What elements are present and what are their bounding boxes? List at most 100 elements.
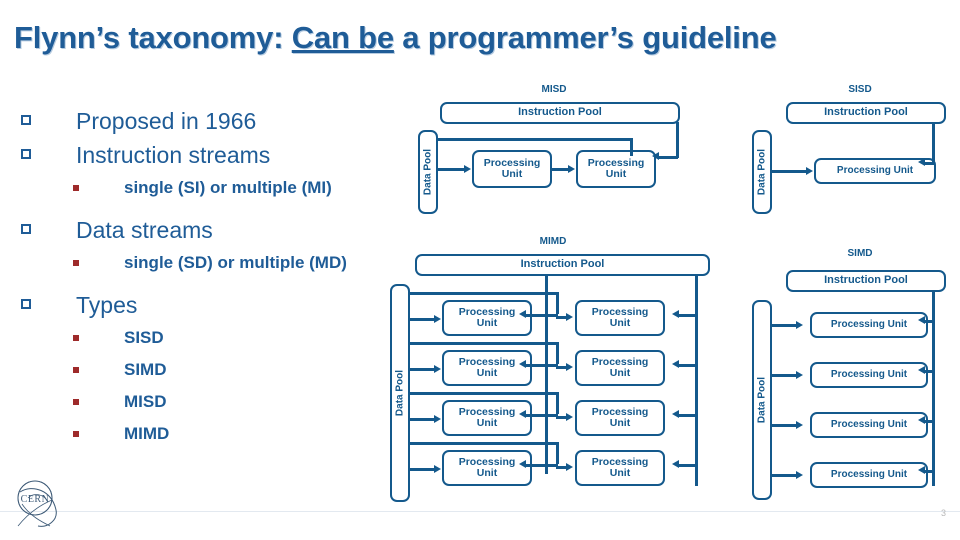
diagram-mimd: MIMD Instruction Pool Data Pool Processi…	[390, 236, 716, 504]
mimd-instruction-pool: Instruction Pool	[415, 254, 710, 276]
mimd-arrow-left	[672, 360, 679, 368]
page-number: 3	[940, 508, 946, 518]
mimd-connector	[556, 342, 559, 364]
simd-processing-unit-2: Processing Unit	[810, 362, 928, 388]
mimd-connector	[408, 342, 558, 345]
title-prefix: Flynn’s taxonomy:	[14, 20, 292, 55]
bullet-item-proposed: Proposed in 1966	[16, 104, 376, 138]
mimd-arrow-left	[672, 410, 679, 418]
mimd-arrow-right	[434, 415, 441, 423]
misd-data-pool: Data Pool	[418, 130, 438, 214]
simd-arrow-left	[918, 316, 925, 324]
misd-arrow-right	[568, 165, 575, 173]
misd-connector	[630, 138, 633, 156]
simd-data-pool: Data Pool	[752, 300, 772, 500]
small-square-bullet-icon	[73, 399, 79, 405]
mimd-connector	[408, 468, 436, 471]
simd-data-pool-label: Data Pool	[756, 376, 768, 424]
mimd-arrow-right	[434, 315, 441, 323]
mimd-processing-unit-4: Processing Unit	[575, 350, 665, 386]
mimd-processing-unit-7: Processing Unit	[442, 450, 532, 486]
simd-arrow-right	[796, 321, 803, 329]
bullet-label: Proposed in 1966	[76, 108, 257, 134]
bullet-label: Data streams	[76, 217, 213, 243]
diagram-misd-label: MISD	[541, 84, 567, 95]
small-square-bullet-icon	[73, 431, 79, 437]
title-underlined-phrase: Can be	[291, 20, 394, 55]
mimd-processing-unit-1: Processing Unit	[442, 300, 532, 336]
sub-bullet-label: single (SI) or multiple (MI)	[124, 178, 332, 197]
mimd-processing-unit-8: Processing Unit	[575, 450, 665, 486]
mimd-arrow-right	[566, 363, 573, 371]
mimd-connector	[695, 274, 698, 486]
misd-connector	[436, 168, 466, 171]
sisd-arrow-left	[918, 158, 925, 166]
square-bullet-icon	[21, 115, 31, 125]
mimd-processing-unit-2: Processing Unit	[575, 300, 665, 336]
diagram-simd: SIMD Instruction Pool Data Pool Processi…	[752, 248, 950, 504]
diagram-misd: MISD Instruction Pool Data Pool Processi…	[418, 84, 686, 216]
mimd-processing-unit-6: Processing Unit	[575, 400, 665, 436]
simd-arrow-left	[918, 366, 925, 374]
simd-connector	[924, 470, 934, 473]
square-bullet-icon	[21, 224, 31, 234]
mimd-arrow-right	[566, 463, 573, 471]
mimd-connector	[678, 314, 698, 317]
mimd-connector	[408, 292, 558, 295]
mimd-connector	[525, 314, 558, 317]
sub-bullet-mimd: MIMD	[16, 418, 376, 450]
sub-bullet-si-mi: single (SI) or multiple (MI)	[16, 172, 376, 204]
misd-arrow-left	[652, 152, 659, 160]
sisd-connector	[932, 122, 935, 164]
bullet-label: Types	[76, 292, 138, 318]
diagram-sisd-label: SISD	[848, 84, 872, 95]
misd-connector	[658, 156, 678, 159]
simd-arrow-left	[918, 416, 925, 424]
simd-processing-unit-4: Processing Unit	[810, 462, 928, 488]
bullet-item-instruction-streams: Instruction streams	[16, 138, 376, 172]
cern-logo-text: CERN	[21, 494, 50, 505]
sub-bullet-misd: MISD	[16, 386, 376, 418]
sub-bullet-label: MIMD	[124, 424, 170, 443]
diagram-mimd-label: MIMD	[539, 236, 567, 247]
mimd-connector	[556, 392, 559, 414]
mimd-arrow-right	[434, 465, 441, 473]
mimd-arrow-left	[519, 410, 526, 418]
cern-logo: CERN	[8, 476, 70, 534]
mimd-connector	[408, 318, 436, 321]
mimd-connector	[525, 364, 558, 367]
mimd-connector	[525, 464, 558, 467]
sub-bullet-simd: SIMD	[16, 354, 376, 386]
mimd-processing-unit-3: Processing Unit	[442, 350, 532, 386]
simd-arrow-right	[796, 471, 803, 479]
simd-processing-unit-1: Processing Unit	[810, 312, 928, 338]
square-bullet-icon	[21, 299, 31, 309]
small-square-bullet-icon	[73, 185, 79, 191]
misd-instruction-pool: Instruction Pool	[440, 102, 680, 124]
misd-connector	[436, 138, 632, 141]
simd-arrow-right	[796, 371, 803, 379]
simd-arrow-right	[796, 421, 803, 429]
misd-processing-unit-2: Processing Unit	[576, 150, 656, 188]
misd-processing-unit-1: Processing Unit	[472, 150, 552, 188]
mimd-arrow-right	[434, 365, 441, 373]
mimd-connector	[556, 442, 559, 464]
bullet-item-data-streams: Data streams	[16, 213, 376, 247]
simd-processing-unit-3: Processing Unit	[810, 412, 928, 438]
mimd-arrow-left	[519, 460, 526, 468]
bullet-list: Proposed in 1966 Instruction streams sin…	[16, 104, 376, 450]
sisd-arrow-right	[806, 167, 813, 175]
mimd-connector	[408, 418, 436, 421]
simd-connector	[770, 424, 798, 427]
sisd-connector	[770, 170, 808, 173]
simd-connector	[770, 324, 798, 327]
page-title: Flynn’s taxonomy: Can be a programmer’s …	[14, 20, 946, 64]
simd-connector	[924, 370, 934, 373]
small-square-bullet-icon	[73, 260, 79, 266]
diagram-sisd: SISD Instruction Pool Data Pool Processi…	[752, 84, 950, 214]
mimd-connector	[525, 414, 558, 417]
sub-bullet-label: single (SD) or multiple (MD)	[124, 253, 347, 272]
sub-bullet-label: MISD	[124, 392, 167, 411]
